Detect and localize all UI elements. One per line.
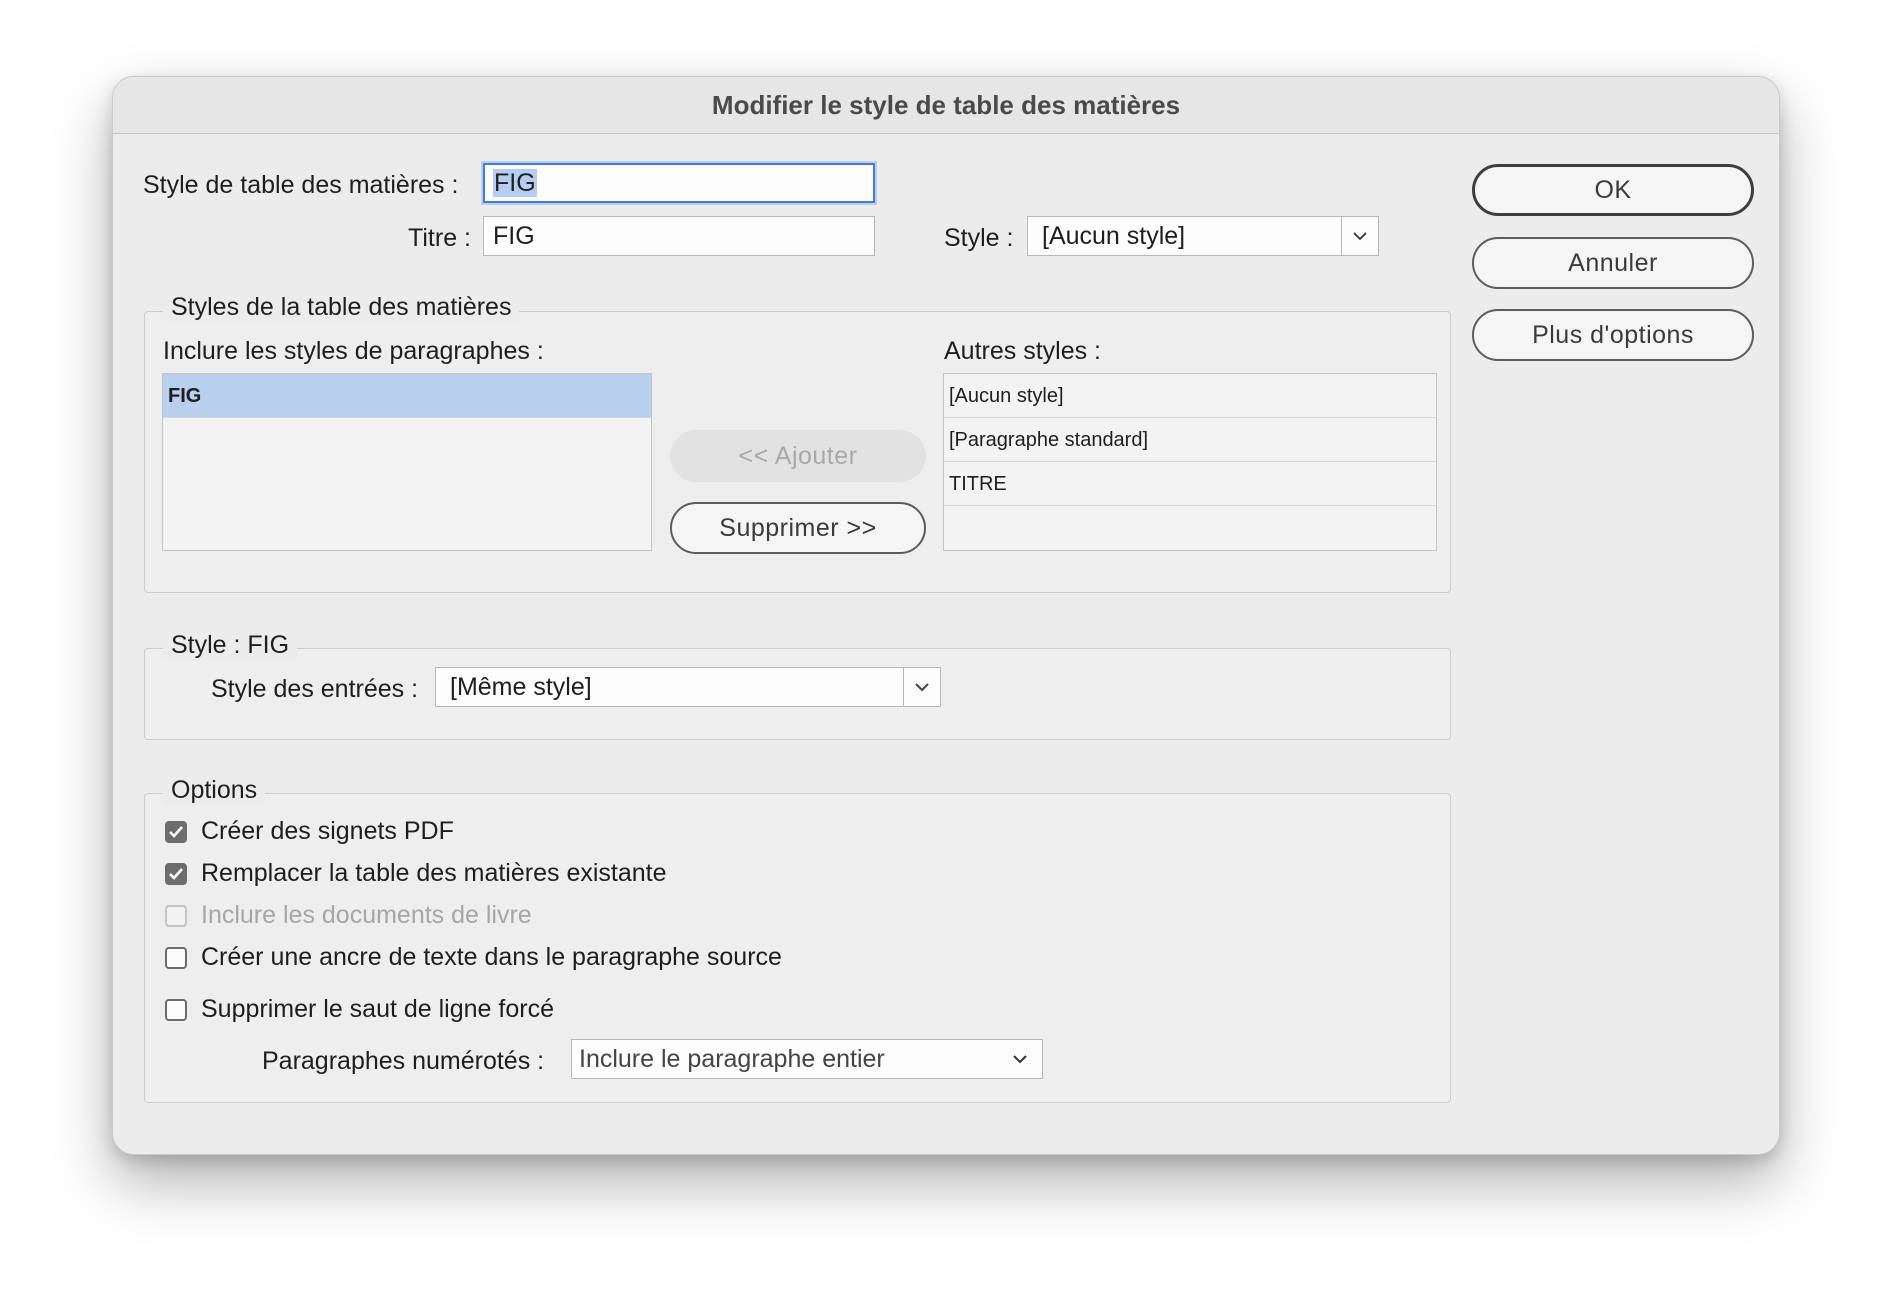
- ok-button[interactable]: OK: [1472, 164, 1754, 216]
- toc-styles-legend: Styles de la table des matières: [163, 293, 520, 322]
- title-field[interactable]: FIG: [483, 216, 875, 256]
- chevron-down-icon: [1341, 217, 1378, 255]
- checkbox: [165, 904, 187, 927]
- other-styles-list[interactable]: [Aucun style] [Paragraphe standard] TITR…: [943, 373, 1437, 551]
- entry-style-select[interactable]: [Même style]: [435, 667, 941, 707]
- style-entry-legend: Style : FIG: [163, 631, 298, 660]
- option-label: Remplacer la table des matières existant…: [201, 859, 667, 887]
- option-text-anchor[interactable]: Créer une ancre de texte dans le paragra…: [165, 943, 782, 972]
- style-select-value: [Aucun style]: [1042, 222, 1186, 250]
- add-button[interactable]: << Ajouter: [670, 430, 926, 482]
- option-label: Créer des signets PDF: [201, 817, 454, 845]
- list-item[interactable]: [Paragraphe standard]: [944, 418, 1436, 462]
- toc-style-label: Style de table des matières :: [143, 171, 459, 199]
- option-label: Créer une ancre de texte dans le paragra…: [201, 943, 782, 971]
- include-styles-label: Inclure les styles de paragraphes :: [163, 337, 544, 365]
- dialog-window: Modifier le style de table des matières …: [112, 76, 1780, 1155]
- other-styles-label: Autres styles :: [944, 337, 1101, 365]
- style-label: Style :: [944, 224, 1014, 252]
- list-item[interactable]: TITRE: [944, 462, 1436, 506]
- option-replace-toc[interactable]: Remplacer la table des matières existant…: [165, 859, 667, 888]
- checkmark-icon: [169, 867, 183, 880]
- options-legend: Options: [163, 776, 266, 805]
- entry-style-value: [Même style]: [450, 673, 592, 701]
- toc-style-value: FIG: [493, 169, 537, 197]
- numbered-paragraphs-select[interactable]: Inclure le paragraphe entier: [571, 1039, 1043, 1079]
- numbered-paragraphs-label: Paragraphes numérotés :: [262, 1047, 545, 1075]
- option-remove-forced-line-break[interactable]: Supprimer le saut de ligne forcé: [165, 995, 554, 1024]
- option-pdf-bookmarks[interactable]: Créer des signets PDF: [165, 817, 454, 846]
- checkbox[interactable]: [165, 998, 187, 1021]
- numbered-paragraphs-value: Inclure le paragraphe entier: [579, 1045, 885, 1073]
- chevron-down-icon: [1008, 1040, 1032, 1078]
- title-label: Titre :: [408, 224, 471, 252]
- remove-button[interactable]: Supprimer >>: [670, 502, 926, 554]
- toc-style-field[interactable]: FIG: [483, 163, 875, 203]
- entry-style-label: Style des entrées :: [211, 675, 419, 703]
- list-item[interactable]: FIG: [163, 374, 651, 418]
- more-options-button[interactable]: Plus d'options: [1472, 309, 1754, 361]
- cancel-button[interactable]: Annuler: [1472, 237, 1754, 289]
- checkbox[interactable]: [165, 946, 187, 969]
- option-label: Supprimer le saut de ligne forcé: [201, 995, 554, 1023]
- checkmark-icon: [169, 825, 183, 838]
- checkbox[interactable]: [165, 862, 187, 885]
- dialog-title: Modifier le style de table des matières: [113, 77, 1779, 134]
- chevron-down-icon: [903, 668, 940, 706]
- style-select[interactable]: [Aucun style]: [1027, 216, 1379, 256]
- checkbox[interactable]: [165, 820, 187, 843]
- list-item[interactable]: [Aucun style]: [944, 374, 1436, 418]
- option-label: Inclure les documents de livre: [201, 901, 532, 929]
- included-styles-list[interactable]: FIG: [162, 373, 652, 551]
- option-include-book-docs: Inclure les documents de livre: [165, 901, 532, 930]
